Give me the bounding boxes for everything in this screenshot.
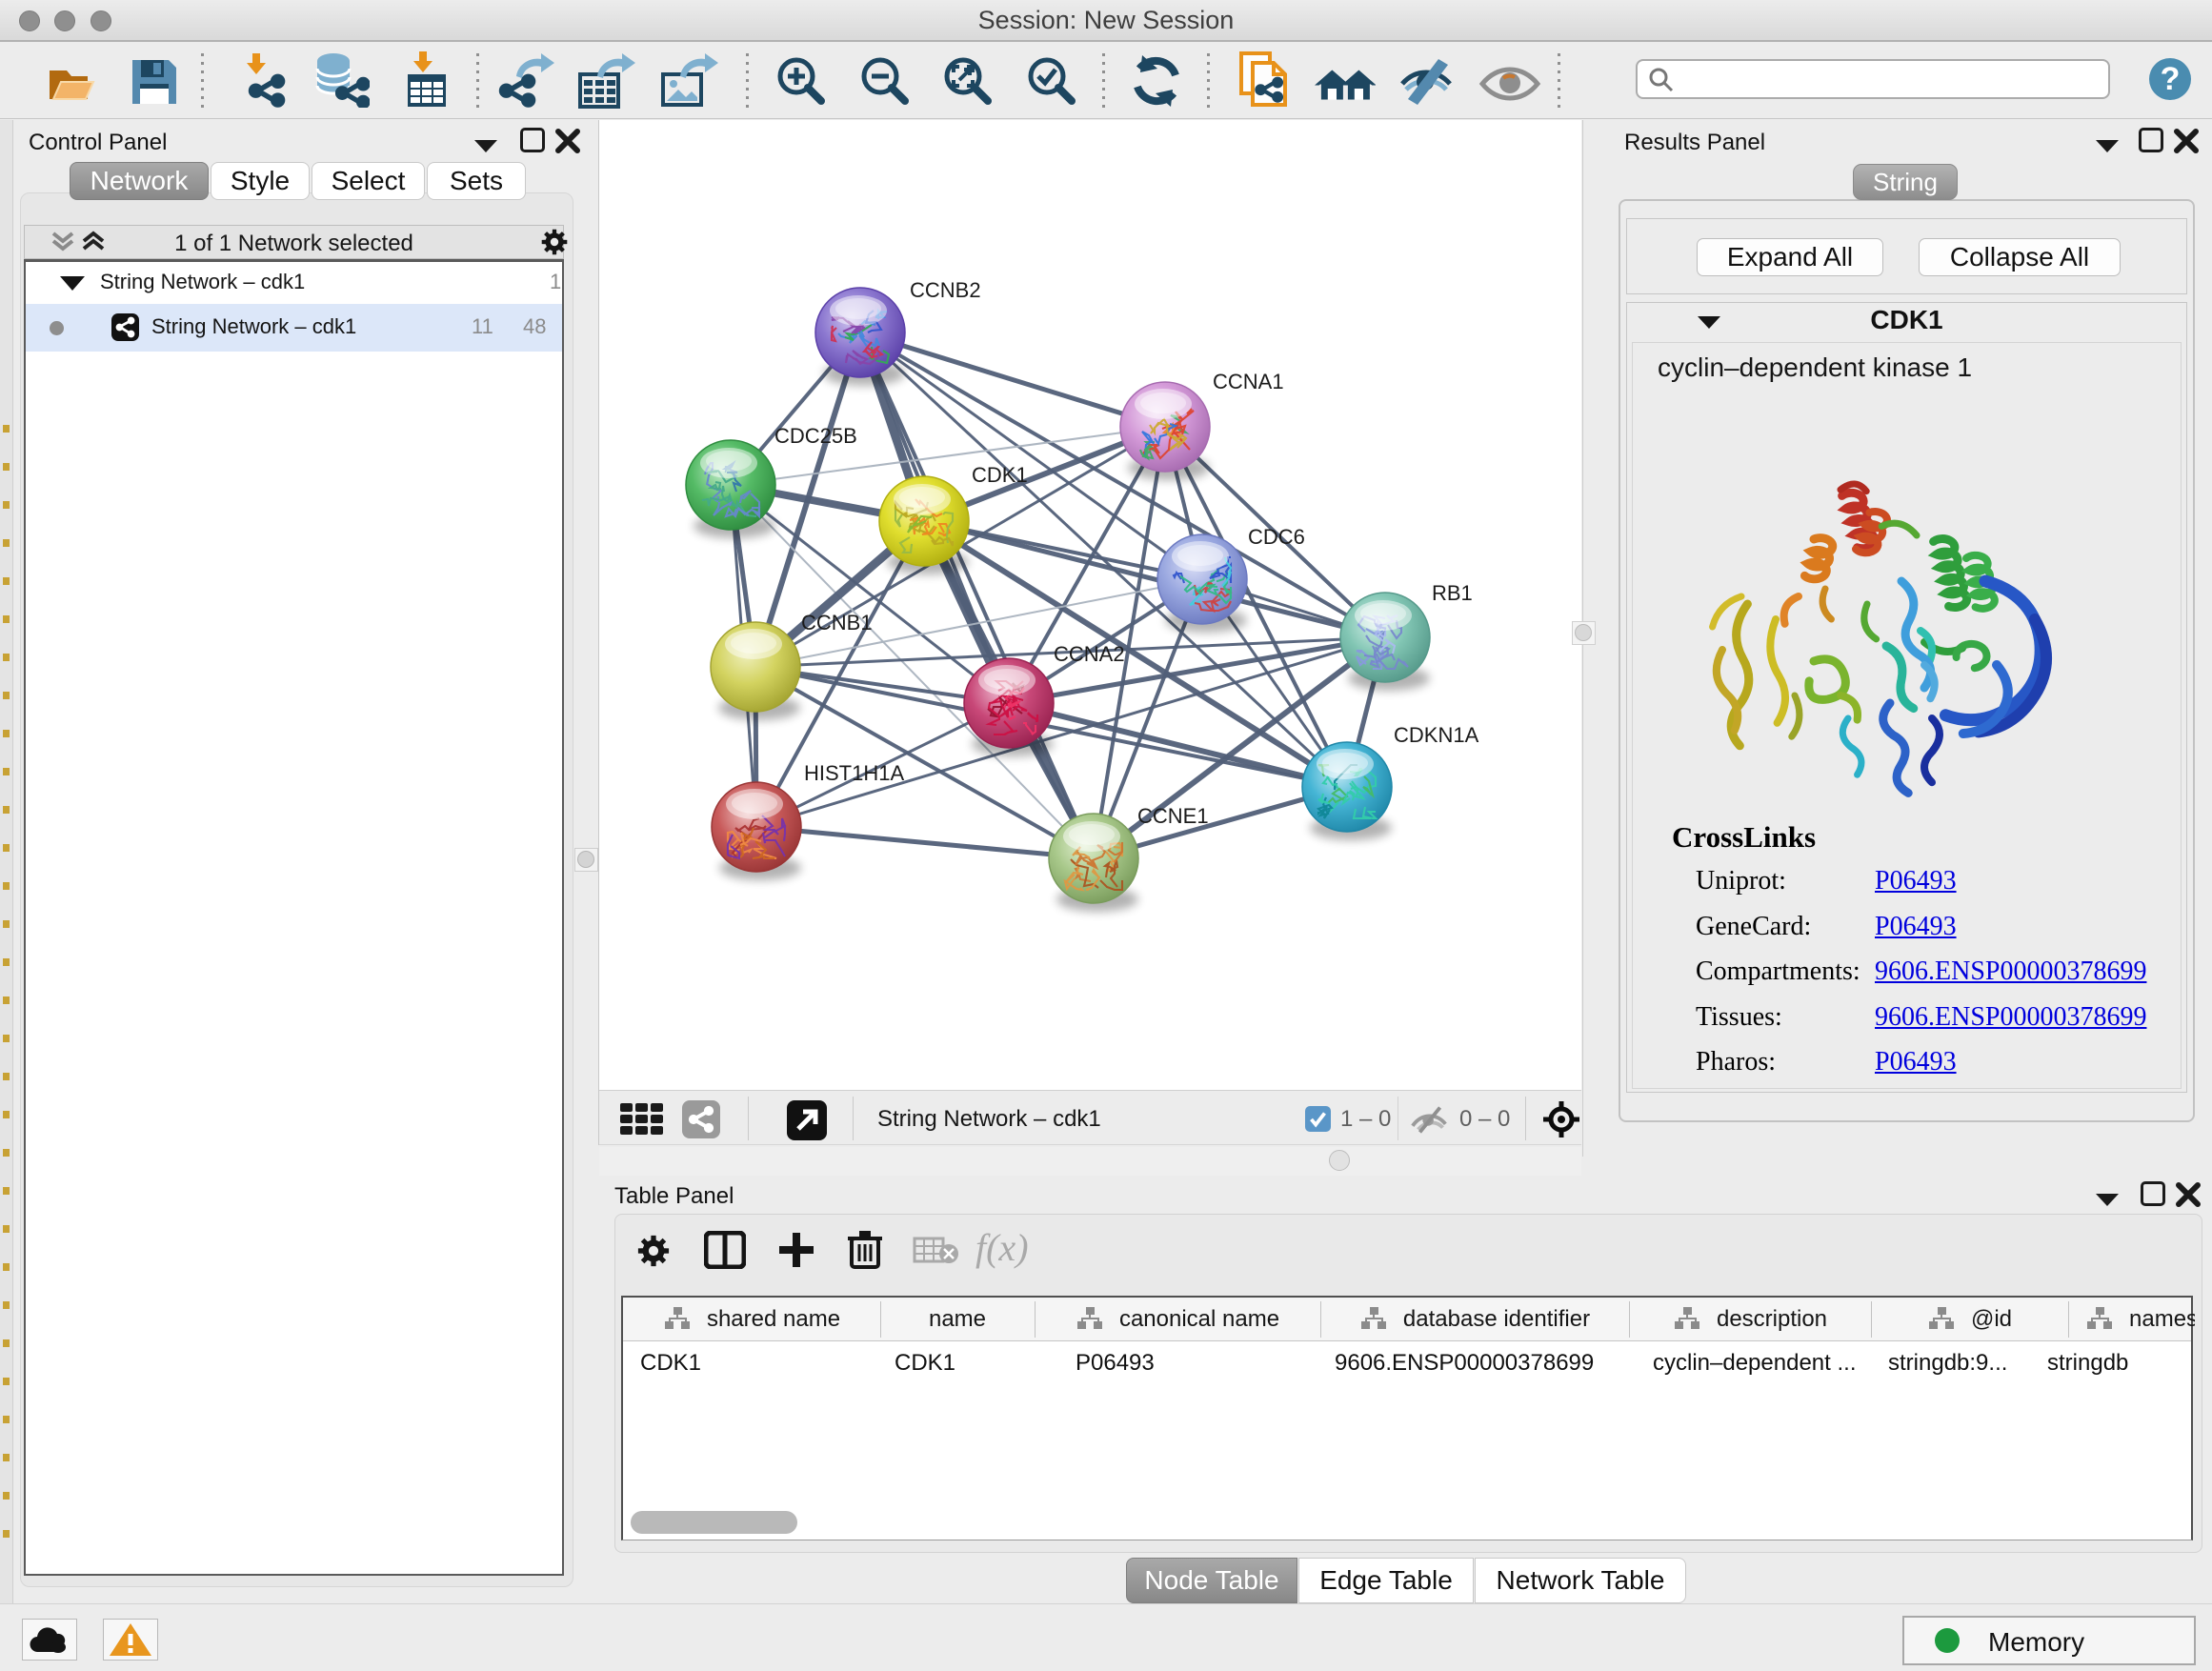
svg-text:RB1: RB1 bbox=[1432, 581, 1473, 605]
svg-text:CDC6: CDC6 bbox=[1248, 525, 1305, 549]
svg-text:CCNB1: CCNB1 bbox=[801, 611, 873, 634]
svg-text:CDKN1A: CDKN1A bbox=[1394, 723, 1479, 747]
svg-text:HIST1H1A: HIST1H1A bbox=[804, 761, 904, 785]
svg-text:CCNA2: CCNA2 bbox=[1054, 642, 1125, 666]
svg-text:CCNA1: CCNA1 bbox=[1213, 370, 1284, 393]
svg-text:CCNB2: CCNB2 bbox=[910, 278, 981, 302]
svg-text:CCNE1: CCNE1 bbox=[1137, 804, 1209, 828]
svg-text:CDC25B: CDC25B bbox=[774, 424, 857, 448]
svg-text:CDK1: CDK1 bbox=[972, 463, 1028, 487]
